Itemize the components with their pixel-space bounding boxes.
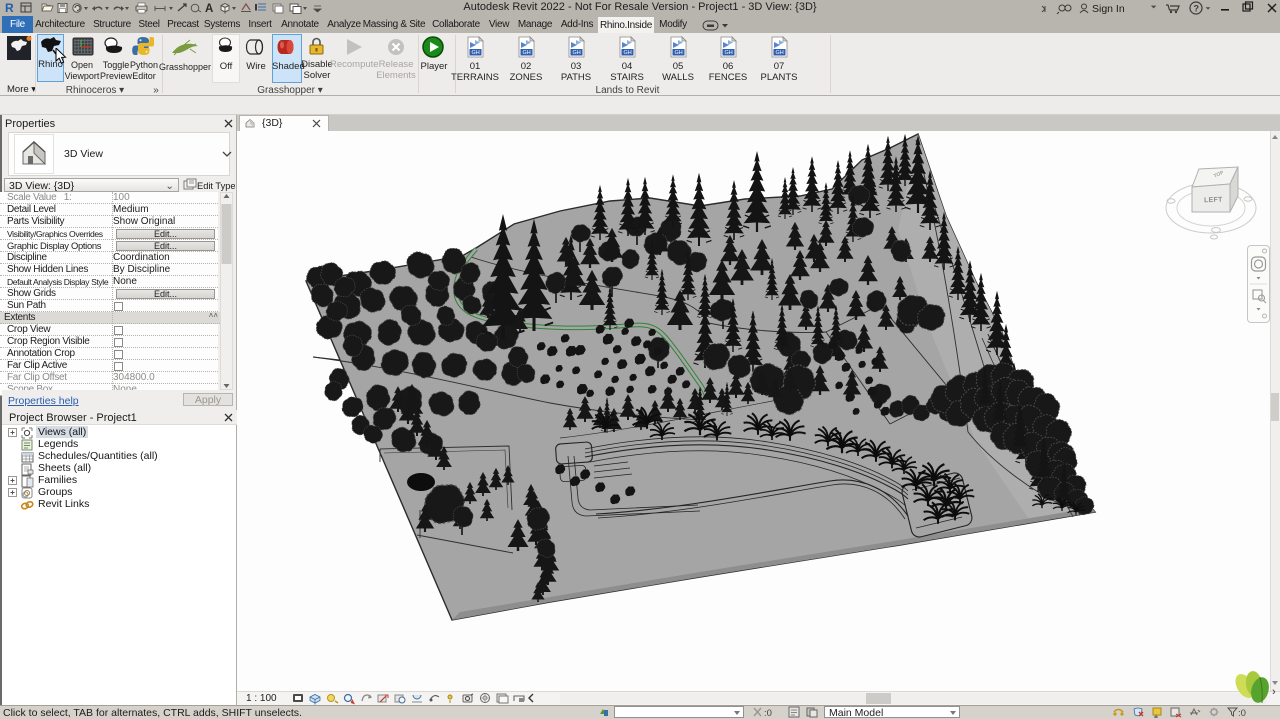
svg-text:GH: GH [573, 50, 581, 56]
svg-text:GH: GH [675, 50, 683, 56]
svg-text:GH: GH [624, 50, 632, 56]
svg-text:GH: GH [472, 50, 480, 56]
svg-text::0: :0 [1238, 708, 1246, 718]
svg-text:LEFT: LEFT [1204, 197, 1223, 205]
svg-text:GH: GH [725, 50, 733, 56]
svg-text:A: A [205, 3, 213, 15]
svg-text::0: :0 [764, 708, 772, 718]
svg-text:Sign In: Sign In [1092, 3, 1125, 15]
svg-text:?: ? [1194, 4, 1200, 14]
svg-text:GH: GH [776, 50, 784, 56]
svg-text:GH: GH [523, 50, 531, 56]
svg-text:R: R [5, 1, 14, 15]
